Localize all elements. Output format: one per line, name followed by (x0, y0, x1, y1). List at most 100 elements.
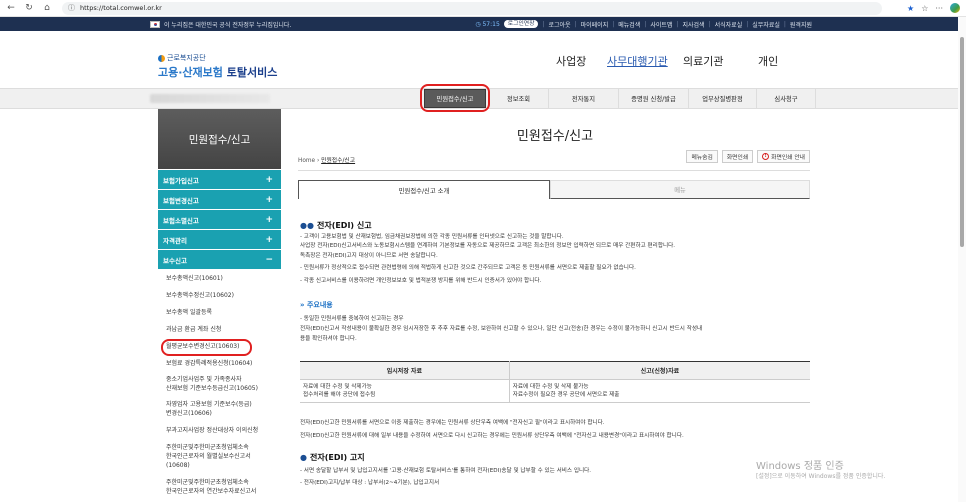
sidebar-sub-10602[interactable]: 보수총액수정신고(10602) (166, 292, 234, 301)
sidebar-menu-insurance-join[interactable]: 보험가입신고 + (158, 170, 281, 190)
login-extend-button[interactable]: 로그인연장 (503, 20, 539, 28)
gnb-e-notice[interactable]: 전자통지 (548, 89, 618, 108)
sidebar-menu-label: 보수신고 (163, 256, 187, 265)
scrollbar-thumb[interactable] (960, 37, 964, 247)
table-header: 임시저장 자료 (300, 361, 510, 380)
sidebar-sub-annual-b[interactable]: 한국인근로자의 연간보수자료신고서 (166, 488, 256, 497)
plus-icon: + (265, 174, 273, 185)
section-edi-notice-title: ● 전자(EDI) 고지 (300, 452, 365, 463)
back-icon[interactable]: ← (4, 1, 18, 15)
breadcrumb-current[interactable]: 민원접수/신고 (321, 158, 355, 164)
breadcrumb-home[interactable]: Home (298, 158, 315, 164)
sidebar-menu-label: 보험변경신고 (163, 196, 199, 205)
branch-search-link[interactable]: 지사검색 (683, 20, 705, 29)
site-info-icon[interactable]: ⓘ (68, 3, 75, 13)
gnb-disease-judgment[interactable]: 업무상질병판정 (688, 89, 756, 108)
tab-menu[interactable]: 메뉴 (550, 180, 810, 199)
hide-menu-button[interactable]: 메뉴숨김 (686, 150, 718, 163)
after-table-line: 전자(EDI)신고한 민원서류를 서면으로 이중 제출하는 경우에는 민원서류 … (300, 420, 605, 426)
menu-search-link[interactable]: 메뉴검색 (618, 20, 640, 29)
sidebar-sub-annual-a[interactable]: 주한미군및주한미군초청업체소속 (166, 479, 249, 488)
sidebar-sub-10606-a[interactable]: 자영업자 고용보험 기준보수(등급) (166, 401, 252, 410)
subsection-title-text: 주요내용 (306, 301, 333, 309)
windows-watermark-text: [설정]으로 이동하여 Windows를 정품 인증합니다. (756, 473, 886, 480)
sidebar-menu-label: 보험가입신고 (163, 176, 199, 185)
nav-medical[interactable]: 의료기관 (683, 53, 723, 69)
sidebar-sub-10605-a[interactable]: 중소기업사업주 및 가족종사자 (166, 376, 242, 385)
print-guide-label: 화면인쇄 안내 (771, 155, 805, 161)
page-scrollbar[interactable] (958, 17, 966, 502)
subsection-line: - 동일한 민원서류를 중복하여 신고하는 경우 (300, 316, 404, 322)
more-icon[interactable]: ··· (935, 4, 943, 13)
logout-link[interactable]: 로그아웃 (548, 20, 570, 29)
subsection-main-content-title: » 주요내용 (300, 300, 333, 310)
blurred-user-info (150, 94, 270, 103)
nav-agency[interactable]: 사무대행기관 (607, 53, 668, 69)
sidebar-sub-10601[interactable]: 보수총액신고(10601) (166, 275, 223, 284)
section1-line: - 고객이 고용보험법 및 산재보험법, 임금채권보장법에 의한 각종 민원서류… (300, 234, 564, 240)
sidebar-sub-10608-c[interactable]: (10608) (166, 462, 190, 471)
tab-intro[interactable]: 민원접수/신고 소개 (298, 180, 550, 199)
table-row: 자료에 대한 수정 및 삭제가능 접수처리를 해야 공단에 접수됨 자료에 대한 … (300, 379, 810, 403)
print-guide-button[interactable]: ! 화면인쇄 안내 (757, 150, 810, 163)
browser-toolbar: ← ↻ ⌂ ⓘ https://total.comwel.or.kr ★ ☆ ·… (0, 0, 966, 17)
sidebar-menu-wage-report[interactable]: 보수신고 − (158, 250, 281, 270)
copilot-icon[interactable] (950, 3, 960, 13)
section-title-text: 전자(EDI) 고지 (309, 453, 365, 462)
sidebar-menu-insurance-change[interactable]: 보험변경신고 + (158, 190, 281, 210)
favorites-icon[interactable]: ☆ (921, 4, 928, 13)
section2-line: - 서면 송달할 납부서 및 납입고지서를 '고용·산재보험 토탈서비스'를 통… (300, 468, 592, 474)
sidebar-sub-objection[interactable]: 부과고지사업장 정산대상자 이의신청 (166, 427, 258, 436)
url-text: https://total.comwel.or.kr (80, 4, 162, 12)
section-edi-report-title: ●● 전자(EDI) 신고 (300, 220, 372, 231)
page-title: 민원접수/신고 (516, 129, 594, 144)
table-cell: 자료수정이 필요한 경우 공단에 서면으로 제출 (512, 392, 620, 398)
minus-icon: − (265, 254, 273, 265)
refresh-icon[interactable]: ↻ (22, 1, 36, 15)
after-table-line: 전자(EDI)신고한 민원서류에 대해 일부 내용을 수정하여 서면으로 다시 … (300, 433, 684, 439)
bullet-dots-icon: ●● (300, 221, 314, 230)
sidebar-menu-qualification[interactable]: 자격관리 + (158, 230, 281, 250)
sidebar-sub-bulk[interactable]: 보수총액 일괄등록 (166, 309, 212, 318)
table-cell: 자료에 대한 수정 및 삭제가능 (303, 384, 372, 390)
forms-link[interactable]: 서식자료실 (715, 20, 743, 29)
home-icon[interactable]: ⌂ (40, 1, 54, 15)
nav-workplace[interactable]: 사업장 (556, 53, 586, 69)
highlight-oval-sidebar (161, 339, 252, 356)
gnb-info-inquiry[interactable]: 정보조회 (488, 89, 548, 108)
sidebar-sub-refund[interactable]: 과납금 환급 계좌 신청 (166, 326, 221, 335)
sidebar-sub-10604[interactable]: 보험료 경감특례적용신청(10604) (166, 360, 252, 369)
sidebar-sub-10606-b[interactable]: 변경신고(10606) (166, 410, 212, 419)
gnb-certificate[interactable]: 증명원 신청/발급 (618, 89, 688, 108)
practice-docs-link[interactable]: 실무자료실 (752, 20, 780, 29)
address-bar[interactable]: ⓘ https://total.comwel.or.kr (62, 1, 882, 15)
subsection-line: 전자(EDI)신고서 작성내용이 불확실한 경우 임시저장한 후 추후 자료를 … (300, 326, 703, 332)
table-header: 신고(신청)자료 (508, 361, 810, 380)
site-header: 근로복지공단 고용·산재보험 토탈서비스 사업장 사무대행기관 의료기관 개인 (0, 31, 966, 88)
remote-support-link[interactable]: 원격지원 (790, 20, 812, 29)
comparison-table: 임시저장 자료 신고(신청)자료 자료에 대한 수정 및 삭제가능 접수처리를 해… (300, 361, 810, 403)
top-nav: 사업장 사무대행기관 의료기관 개인 (0, 53, 966, 73)
mypage-link[interactable]: 마이페이지 (581, 20, 609, 29)
korean-flag-icon (150, 20, 160, 28)
chevron-right-icon: » (300, 301, 305, 309)
favorite-star-icon[interactable]: ★ (907, 4, 914, 13)
section1-line: - 민원서류가 정상적으로 접수되면 관련법령에 의해 적법하게 신고한 것으로… (300, 265, 636, 271)
print-button[interactable]: 화면인쇄 (721, 150, 754, 163)
nav-personal[interactable]: 개인 (758, 53, 778, 69)
bullet-dot-icon: ● (300, 453, 307, 462)
sidebar-sub-10605-b[interactable]: 산재보험 기준보수등급신고(10605) (166, 385, 258, 394)
plus-icon: + (265, 214, 273, 225)
subsection-line: 용을 확인하셔야 합니다. (300, 336, 357, 342)
plus-icon: + (265, 234, 273, 245)
sidebar-menu-label: 보험소멸신고 (163, 216, 199, 225)
sitemap-link[interactable]: 사이트맵 (650, 20, 672, 29)
sidebar-sub-10608-b[interactable]: 한국인근로자의 월별실보수신고서 (166, 453, 251, 462)
gov-notice-text: 이 누리집은 대한민국 공식 전자정부 누리집입니다. (164, 21, 292, 29)
breadcrumb: Home › 민원접수/신고 (298, 155, 355, 164)
sidebar-menu-insurance-end[interactable]: 보험소멸신고 + (158, 210, 281, 230)
gnb-review-request[interactable]: 심사청구 (756, 89, 816, 108)
section1-line: 독촉장은 전자(EDI)고지 대상이 아니므로 서면 송달합니다. (300, 253, 438, 259)
section-title-text: 전자(EDI) 신고 (316, 221, 372, 230)
sidebar-sub-10608-a[interactable]: 주한미군및주한미군초청업체소속 (166, 444, 249, 453)
